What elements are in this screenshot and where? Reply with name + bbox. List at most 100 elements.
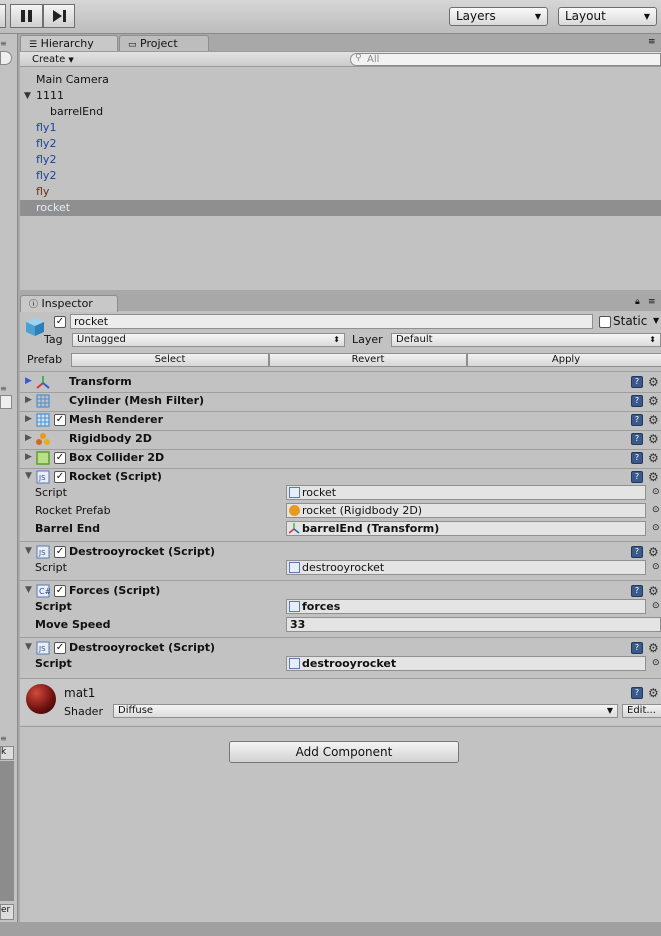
component-header-transform[interactable]: ▶ Transform ? ⚙ (20, 373, 661, 392)
object-picker-icon[interactable]: ⊙ (652, 487, 660, 497)
layout-dropdown[interactable]: Layout ▼ (558, 7, 657, 26)
object-name-input[interactable]: rocket (70, 314, 593, 329)
hierarchy-item-main-camera[interactable]: Main Camera (20, 72, 661, 88)
hierarchy-item-fly[interactable]: fly (20, 184, 661, 200)
hierarchy-item-fly2[interactable]: fly2 (20, 168, 661, 184)
component-enabled-checkbox[interactable]: ✓ (54, 414, 66, 426)
panel-menu-icon[interactable]: ≡ (0, 384, 18, 394)
object-name-value: rocket (74, 315, 109, 328)
component-title: Rocket (Script) (69, 470, 162, 483)
foldout-arrow-icon[interactable]: ▼ (25, 585, 32, 595)
rocket-prefab-object-field[interactable]: rocket (Rigidbody 2D) (286, 503, 646, 518)
prefab-revert-button[interactable]: Revert (269, 353, 467, 367)
divider (20, 637, 661, 638)
foldout-arrow-icon[interactable]: ▼ (25, 471, 32, 481)
panel-menu-icon[interactable]: ≡ (0, 39, 18, 49)
gear-icon[interactable]: ⚙ (648, 642, 660, 654)
play-button[interactable] (0, 4, 6, 28)
barrel-end-object-field[interactable]: barrelEnd (Transform) (286, 521, 646, 536)
chevron-down-icon[interactable]: ▼ (653, 316, 659, 325)
help-icon[interactable]: ? (631, 433, 643, 445)
panel-menu-icon[interactable]: ≡ (648, 297, 656, 307)
component-enabled-checkbox[interactable]: ✓ (54, 452, 66, 464)
hierarchy-item-fly1[interactable]: fly1 (20, 120, 661, 136)
gear-icon[interactable]: ⚙ (648, 414, 660, 426)
panel-edge-button[interactable]: er (0, 904, 14, 920)
help-icon[interactable]: ? (631, 687, 643, 699)
shader-edit-button[interactable]: Edit... (622, 704, 661, 718)
dropdown-edge[interactable] (0, 395, 12, 409)
help-icon[interactable]: ? (631, 376, 643, 388)
pause-button[interactable] (10, 4, 43, 28)
help-icon[interactable]: ? (631, 452, 643, 464)
prefab-apply-button[interactable]: Apply (467, 353, 661, 367)
layer-dropdown[interactable]: Default ⬍ (391, 333, 661, 347)
hierarchy-toolbar: Create ▼ ⚲ All (20, 51, 661, 67)
tab-hierarchy[interactable]: ☰ Hierarchy (20, 35, 118, 52)
object-picker-icon[interactable]: ⊙ (652, 562, 660, 572)
add-component-button[interactable]: Add Component (229, 741, 459, 763)
help-icon[interactable]: ? (631, 395, 643, 407)
active-checkbox[interactable]: ✓ (54, 316, 66, 328)
help-icon[interactable]: ? (631, 585, 643, 597)
step-button[interactable] (43, 4, 75, 28)
hierarchy-item-fly2[interactable]: fly2 (20, 152, 661, 168)
tag-dropdown[interactable]: Untagged ⬍ (72, 333, 345, 347)
gear-icon[interactable]: ⚙ (648, 433, 660, 445)
help-icon[interactable]: ? (631, 642, 643, 654)
field-value: forces (302, 600, 341, 613)
object-picker-icon[interactable]: ⊙ (652, 505, 660, 515)
object-picker-icon[interactable]: ⊙ (652, 601, 660, 611)
expand-arrow-icon[interactable]: ▼ (24, 88, 31, 104)
foldout-arrow-icon[interactable]: ▼ (25, 546, 32, 556)
object-picker-icon[interactable]: ⊙ (652, 523, 660, 533)
layers-dropdown[interactable]: Layers ▼ (449, 7, 548, 26)
lock-icon[interactable]: 🔒︎ (635, 297, 640, 307)
foldout-arrow-icon[interactable]: ▶ (25, 395, 32, 405)
hierarchy-item-rocket[interactable]: rocket (20, 200, 661, 216)
component-enabled-checkbox[interactable]: ✓ (54, 642, 66, 654)
hierarchy-search-input[interactable]: ⚲ All (350, 53, 661, 66)
help-icon[interactable]: ? (631, 471, 643, 483)
foldout-arrow-icon[interactable]: ▶ (25, 414, 32, 424)
gear-icon[interactable]: ⚙ (648, 687, 660, 699)
component-enabled-checkbox[interactable]: ✓ (54, 585, 66, 597)
create-button[interactable]: Create ▼ (26, 53, 80, 66)
panel-menu-icon[interactable]: ≡ (0, 734, 18, 744)
component-enabled-checkbox[interactable]: ✓ (54, 546, 66, 558)
gear-icon[interactable]: ⚙ (648, 546, 660, 558)
foldout-arrow-icon[interactable]: ▶ (25, 433, 32, 443)
hierarchy-item-fly2[interactable]: fly2 (20, 136, 661, 152)
help-icon[interactable]: ? (631, 414, 643, 426)
gear-icon[interactable]: ⚙ (648, 395, 660, 407)
prefab-select-button[interactable]: Select (71, 353, 269, 367)
component-enabled-checkbox[interactable]: ✓ (54, 471, 66, 483)
script-object-field[interactable]: rocket (286, 485, 646, 500)
component-header-mesh-filter[interactable]: ▶ Cylinder (Mesh Filter) ? ⚙ (20, 392, 661, 411)
foldout-arrow-icon[interactable]: ▼ (25, 642, 32, 652)
hierarchy-item-barrelend[interactable]: barrelEnd (20, 104, 661, 120)
foldout-arrow-icon[interactable]: ▶ (25, 376, 32, 386)
component-header-mesh-renderer[interactable]: ▶ ✓ Mesh Renderer ? ⚙ (20, 411, 661, 430)
tab-project[interactable]: ▭ Project (119, 35, 209, 51)
panel-menu-icon[interactable]: ≡ (648, 37, 656, 47)
gear-icon[interactable]: ⚙ (648, 471, 660, 483)
script-object-field[interactable]: destrooyrocket (286, 560, 646, 575)
component-header-rigidbody-2d[interactable]: ▶ Rigidbody 2D ? ⚙ (20, 430, 661, 449)
search-field-edge[interactable] (0, 51, 12, 65)
hierarchy-item-1111[interactable]: ▼ 1111 (20, 88, 661, 104)
script-object-field[interactable]: forces (286, 599, 646, 614)
move-speed-input[interactable]: 33 (286, 617, 661, 632)
gear-icon[interactable]: ⚙ (648, 452, 660, 464)
object-picker-icon[interactable]: ⊙ (652, 658, 660, 668)
component-header-box-collider-2d[interactable]: ▶ ✓ Box Collider 2D ? ⚙ (20, 449, 661, 468)
gear-icon[interactable]: ⚙ (648, 585, 660, 597)
static-checkbox[interactable] (599, 316, 611, 328)
help-icon[interactable]: ? (631, 546, 643, 558)
gear-icon[interactable]: ⚙ (648, 376, 660, 388)
panel-edge-button[interactable]: k (0, 746, 14, 760)
shader-dropdown[interactable]: Diffuse ▼ (113, 704, 618, 718)
script-object-field[interactable]: destrooyrocket (286, 656, 646, 671)
foldout-arrow-icon[interactable]: ▶ (25, 452, 32, 462)
tab-inspector[interactable]: ⓘ Inspector (20, 295, 118, 312)
